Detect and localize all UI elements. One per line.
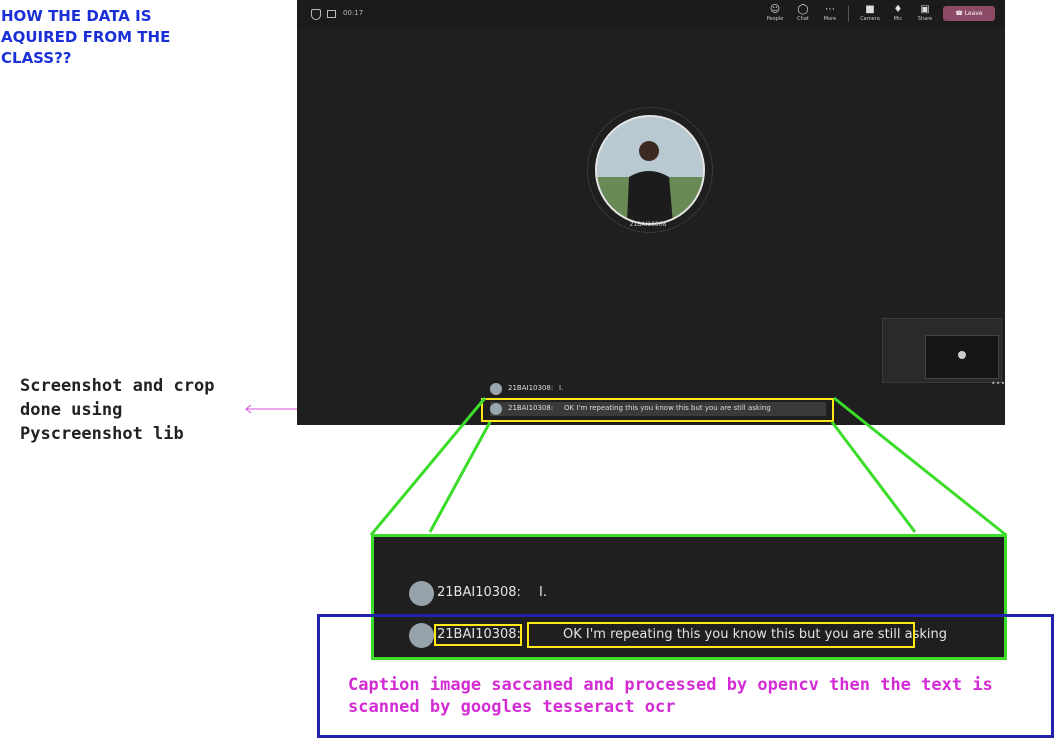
ocr-note: Caption image saccaned and processed by … <box>348 675 993 717</box>
avatar <box>409 581 434 606</box>
